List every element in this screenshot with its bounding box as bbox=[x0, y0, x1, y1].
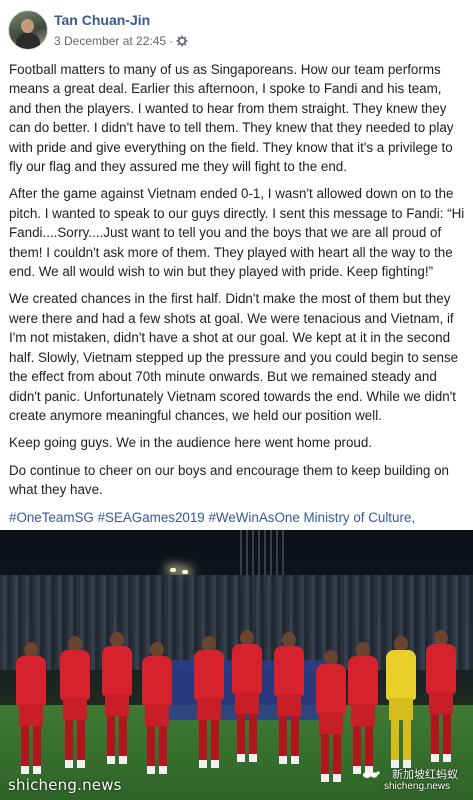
ant-logo-icon bbox=[362, 768, 380, 786]
floodlight bbox=[182, 570, 188, 574]
gear-icon[interactable] bbox=[176, 35, 188, 50]
author-name[interactable]: Tan Chuan-Jin bbox=[54, 12, 150, 28]
post-paragraph: Do continue to cheer on our boys and enc… bbox=[9, 462, 449, 498]
post-paragraph: After the game against Vietnam ended 0-1… bbox=[9, 186, 465, 280]
watermark-left: shicheng.news bbox=[8, 776, 122, 794]
post-paragraph: Keep going guys. We in the audience here… bbox=[9, 435, 373, 451]
watermark-cn: 新加坡红蚂蚁 bbox=[392, 769, 458, 781]
watermark-right: 新加坡红蚂蚁 shicheng.news bbox=[363, 769, 470, 793]
facebook-post-card: Tan Chuan-Jin 3 December at 22:45 · Footb… bbox=[0, 0, 473, 800]
post-header: Tan Chuan-Jin 3 December at 22:45 · bbox=[8, 10, 468, 52]
post-timestamp[interactable]: 3 December at 22:45 bbox=[54, 34, 166, 48]
avatar-head bbox=[21, 19, 34, 33]
author-avatar[interactable] bbox=[8, 10, 48, 50]
post-paragraph: We created chances in the first half. Di… bbox=[9, 291, 459, 423]
avatar-body bbox=[16, 33, 40, 49]
watermark-en: shicheng.news bbox=[384, 781, 451, 792]
post-paragraph: Football matters to many of us as Singap… bbox=[9, 62, 454, 175]
post-body: Football matters to many of us as Singap… bbox=[9, 60, 465, 574]
post-meta: 3 December at 22:45 · bbox=[54, 34, 188, 50]
floodlight bbox=[170, 568, 176, 572]
meta-separator: · bbox=[169, 34, 174, 48]
